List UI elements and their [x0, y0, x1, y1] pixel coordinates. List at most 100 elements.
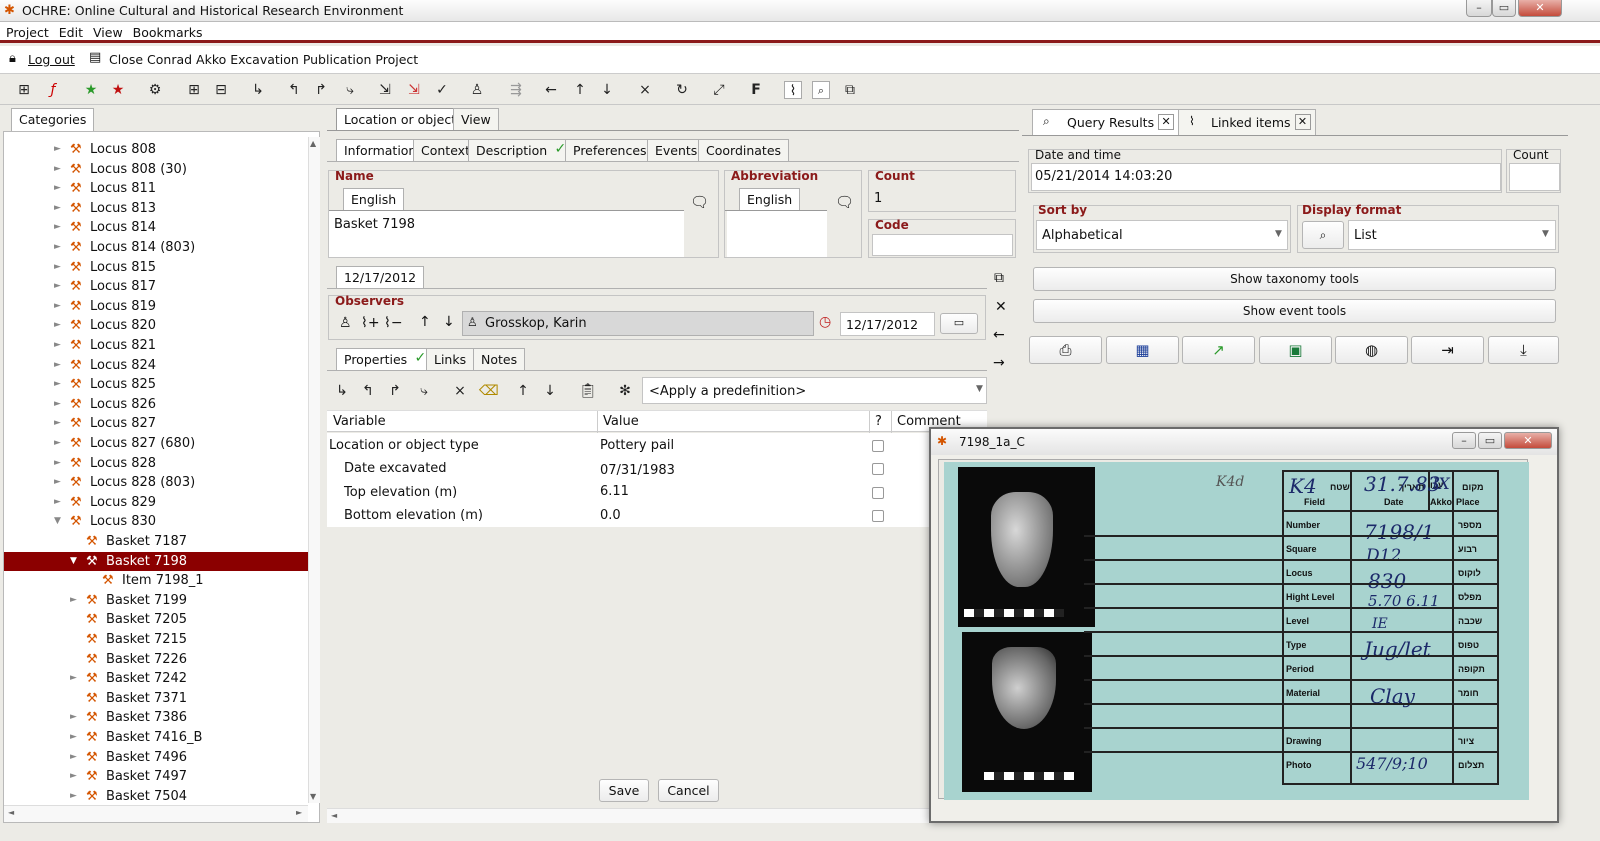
tab-information[interactable]: Information — [336, 139, 425, 162]
prop-indent-icon[interactable]: ↳ — [333, 382, 351, 400]
tab-view[interactable]: View — [453, 108, 499, 130]
arrow-up-icon[interactable]: ↑ — [571, 81, 589, 99]
tab-properties[interactable]: Properties ✓ — [336, 348, 433, 371]
move-icon[interactable]: ⇲ — [376, 81, 394, 99]
sort-by-select[interactable]: Alphabetical ▼ — [1036, 220, 1288, 250]
insert-above-icon[interactable]: ↰ — [285, 81, 303, 99]
logout-link[interactable]: Log out — [28, 52, 75, 67]
row-checkbox[interactable] — [872, 510, 884, 522]
expand-arrow-icon[interactable]: ► — [70, 728, 77, 747]
refresh-icon[interactable]: ↻ — [673, 81, 691, 99]
table-row[interactable]: Top elevation (m) 6.11 — [327, 482, 987, 505]
tree-item[interactable]: ► ⚒ Locus 824 — [4, 356, 310, 375]
name-english-tab[interactable]: English — [343, 188, 405, 210]
tree-item[interactable]: ► ⚒ Locus 808 (30) — [4, 160, 310, 179]
add-observer-icon[interactable]: ⌇+ — [361, 315, 380, 331]
menu-view[interactable]: View — [87, 22, 127, 40]
prop-insert-star-icon[interactable]: ⤷ — [415, 382, 433, 400]
tab-location-or-object[interactable]: Location or object — [336, 108, 465, 131]
insert-star-icon[interactable]: ⤷ — [341, 81, 359, 99]
tree-vertical-scrollbar[interactable]: ▲ ▼ — [308, 137, 320, 803]
calendar-button[interactable]: ▭ — [940, 313, 978, 334]
tree-item[interactable]: ⚒ Basket 7371 — [4, 689, 310, 708]
collapse-icon[interactable]: ⊟ — [212, 81, 230, 99]
close-window-button[interactable]: ✕ — [1518, 0, 1562, 17]
code-field[interactable] — [872, 234, 1013, 256]
expand-arrow-icon[interactable]: ► — [70, 748, 77, 767]
insert-below-icon[interactable]: ↱ — [312, 81, 330, 99]
row-checkbox[interactable] — [872, 487, 884, 499]
row-checkbox[interactable] — [872, 440, 884, 452]
table-row[interactable]: Location or object type Pottery pail — [327, 435, 987, 458]
collapse-arrow-icon[interactable]: ▼ — [54, 512, 61, 531]
clipboard-icon[interactable]: 📋︎ — [579, 382, 597, 400]
menu-project[interactable]: Project — [0, 22, 53, 40]
expand-arrow-icon[interactable]: ► — [70, 787, 77, 805]
tree-item[interactable]: ► ⚒ Locus 828 (803) — [4, 473, 310, 492]
tab-events[interactable]: Events — [647, 139, 706, 161]
tree-item[interactable]: ► ⚒ Basket 7386 — [4, 708, 310, 727]
tab-linked-items[interactable]: ⌇ Linked items ✕ — [1178, 109, 1316, 135]
tab-preferences[interactable]: Preferences — [565, 139, 655, 161]
expand-arrow-icon[interactable]: ► — [54, 316, 61, 335]
expand-arrow-icon[interactable]: ► — [54, 277, 61, 296]
image-close-button[interactable]: ✕ — [1504, 432, 1552, 449]
observer-down-icon[interactable]: ↓ — [443, 314, 455, 330]
expand-arrow-icon[interactable]: ► — [54, 375, 61, 394]
red-star-icon[interactable]: ★ — [109, 81, 127, 99]
prop-up-icon[interactable]: ↑ — [514, 382, 532, 400]
observer-person-field[interactable]: ♙ Grosskop, Karin — [462, 311, 814, 336]
tree-item[interactable]: ► ⚒ Locus 815 — [4, 258, 310, 277]
abbreviation-comment-icon[interactable]: 🗨︎ — [835, 193, 854, 211]
menu-edit[interactable]: Edit — [53, 22, 87, 40]
person-icon[interactable]: ♙ — [468, 81, 486, 99]
tree-item[interactable]: ► ⚒ Locus 813 — [4, 199, 310, 218]
tree-item[interactable]: ► ⚒ Locus 821 — [4, 336, 310, 355]
delete-icon[interactable]: × — [636, 81, 654, 99]
tab-date[interactable]: 12/17/2012 — [336, 266, 425, 289]
prop-insert-below-icon[interactable]: ↱ — [386, 382, 404, 400]
prop-insert-above-icon[interactable]: ↰ — [359, 382, 377, 400]
display-format-select[interactable]: List ▼ — [1348, 220, 1556, 250]
expand-arrow-icon[interactable]: ► — [54, 297, 61, 316]
indent-icon[interactable]: ↳ — [249, 81, 267, 99]
table-row[interactable]: Bottom elevation (m) 0.0 — [327, 505, 987, 528]
middle-horizontal-scrollbar[interactable]: ◄ — [327, 808, 987, 823]
expand-arrow-icon[interactable]: ► — [54, 414, 61, 433]
tab-links[interactable]: Links — [426, 348, 475, 370]
close-query-tab-icon[interactable]: ✕ — [1158, 114, 1175, 130]
display-search-button[interactable]: ⌕ — [1302, 221, 1344, 249]
expand-arrow-icon[interactable]: ► — [54, 356, 61, 375]
remove-observer-icon[interactable]: ⌇− — [384, 315, 403, 331]
tree-item[interactable]: ⚒ Basket 7215 — [4, 630, 310, 649]
tree-item[interactable]: ► ⚒ Locus 814 — [4, 218, 310, 237]
expand-arrow-icon[interactable]: ► — [54, 395, 61, 414]
expand-arrow-icon[interactable]: ► — [54, 258, 61, 277]
image-button[interactable]: ▣ — [1259, 336, 1332, 364]
abbreviation-field[interactable] — [727, 211, 827, 257]
expand-arrow-icon[interactable]: ► — [54, 454, 61, 473]
tree-item[interactable]: ⚒ Basket 7226 — [4, 650, 310, 669]
tree-item[interactable]: ► ⚒ Locus 820 — [4, 316, 310, 335]
tree-item[interactable]: ► ⚒ Locus 819 — [4, 297, 310, 316]
comment-bubble-icon[interactable]: 🗨︎ — [690, 193, 709, 211]
table-row[interactable]: Date excavated 07/31/1983 — [327, 458, 987, 481]
link-icon[interactable]: ⇶ — [507, 81, 525, 99]
hierarchy-icon[interactable]: ⊞ — [15, 81, 33, 99]
maximize-button[interactable]: ▭ — [1492, 0, 1516, 17]
arrow-down-icon[interactable]: ↓ — [598, 81, 616, 99]
expand-arrow-icon[interactable]: ► — [54, 160, 61, 179]
tree-item[interactable]: ⚒ Item 7198_1 — [4, 571, 310, 590]
tree-item[interactable]: ► ⚒ Locus 828 — [4, 454, 310, 473]
tree-item[interactable]: ⚒ Basket 7205 — [4, 610, 310, 629]
window-icon[interactable]: ⧉ — [841, 81, 859, 99]
green-star-icon[interactable]: ★ — [82, 81, 100, 99]
tree-item[interactable]: ⚒ Basket 7187 — [4, 532, 310, 551]
expand-arrow-icon[interactable]: ► — [54, 336, 61, 355]
tab-description[interactable]: Description ✓ — [468, 139, 573, 161]
name-field[interactable]: Basket 7198 — [329, 211, 684, 257]
chart-button[interactable]: ↗ — [1182, 336, 1255, 364]
move-red-icon[interactable]: ⇲ — [405, 81, 423, 99]
observer-up-icon[interactable]: ↑ — [419, 314, 431, 330]
close-x-icon[interactable]: ✕ — [995, 299, 1007, 315]
